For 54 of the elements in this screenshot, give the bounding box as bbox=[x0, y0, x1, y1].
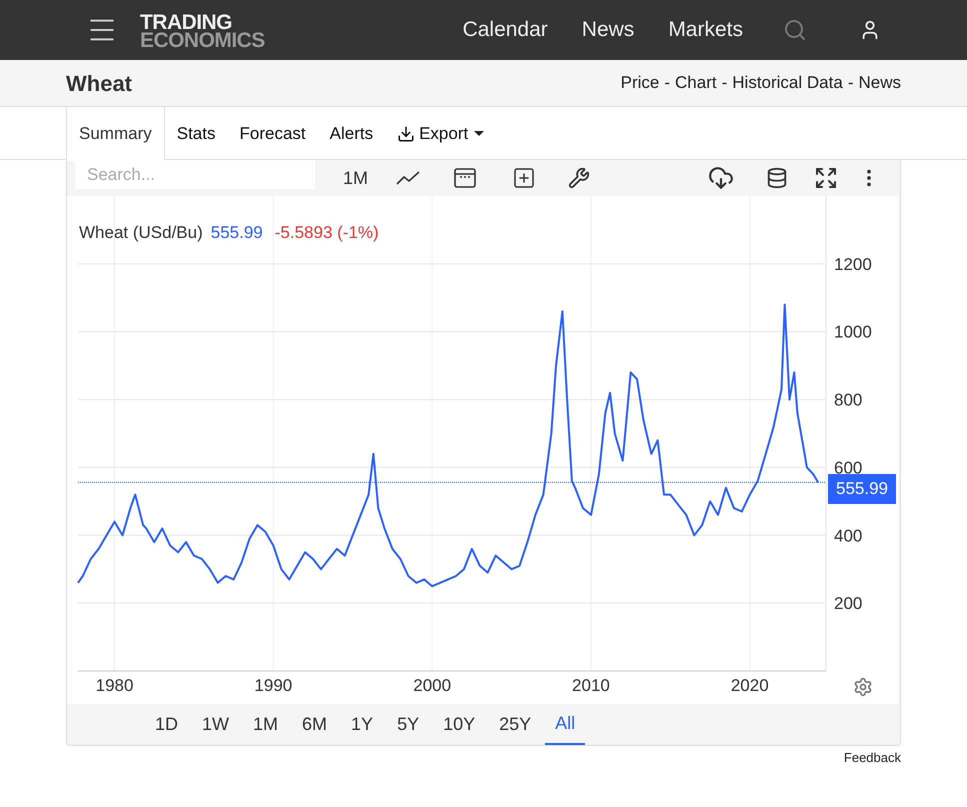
add-icon[interactable] bbox=[512, 166, 536, 190]
range-tab[interactable]: 1Y bbox=[341, 704, 384, 745]
page-title: Wheat bbox=[66, 70, 132, 98]
range-tab[interactable]: 6M bbox=[292, 704, 338, 745]
caret-icon bbox=[474, 131, 484, 136]
search-field[interactable]: Search... bbox=[75, 160, 315, 189]
range-tab[interactable]: 10Y bbox=[433, 704, 486, 745]
axis-label: 800 bbox=[834, 390, 862, 410]
tab[interactable]: Alerts bbox=[318, 107, 386, 160]
separator: - bbox=[722, 72, 728, 94]
axis-label: 2000 bbox=[413, 676, 452, 695]
separator: - bbox=[664, 72, 670, 94]
axis-label: 1980 bbox=[96, 676, 134, 695]
feedback-link[interactable]: Feedback bbox=[844, 748, 901, 768]
line-chart-icon[interactable] bbox=[396, 170, 420, 186]
axis-label: 2020 bbox=[730, 676, 769, 695]
page-link[interactable]: Chart bbox=[675, 70, 717, 96]
page-link[interactable]: Price bbox=[620, 70, 660, 96]
settings-icon[interactable] bbox=[853, 677, 873, 697]
nav-link[interactable]: Markets bbox=[668, 14, 743, 46]
range-tab[interactable]: 1D bbox=[145, 704, 188, 745]
download-icon bbox=[397, 124, 416, 142]
tab[interactable]: Stats bbox=[164, 107, 228, 160]
axis-label: 1990 bbox=[254, 676, 292, 695]
range-tab[interactable]: 1W bbox=[192, 704, 240, 745]
range-tab[interactable]: 25Y bbox=[489, 704, 542, 745]
nav-link[interactable]: News bbox=[582, 14, 634, 46]
page-link[interactable]: Historical Data bbox=[732, 70, 843, 96]
wrench-icon[interactable] bbox=[568, 167, 590, 189]
database-icon[interactable] bbox=[766, 167, 788, 189]
logo[interactable]: TRADING ECONOMICS bbox=[140, 14, 265, 50]
axis-label: 1000 bbox=[834, 322, 872, 342]
legend-name: Wheat (USd/Bu) bbox=[79, 222, 203, 244]
interval-button[interactable]: 1M bbox=[343, 164, 368, 192]
fullscreen-icon[interactable] bbox=[814, 166, 838, 190]
last-value-label: 555.99 bbox=[828, 474, 896, 504]
axis-label: 200 bbox=[834, 594, 862, 614]
axis-label: 1200 bbox=[834, 254, 872, 274]
legend-value: 555.99 bbox=[210, 222, 263, 244]
axis-label: 2010 bbox=[572, 676, 610, 695]
separator: - bbox=[848, 72, 854, 94]
tab[interactable]: Forecast bbox=[227, 107, 318, 160]
range-tab[interactable]: All bbox=[545, 704, 586, 745]
search-icon[interactable] bbox=[783, 18, 807, 42]
axis-label: 400 bbox=[834, 526, 862, 546]
nav-link[interactable]: Calendar bbox=[462, 14, 548, 46]
range-tab[interactable]: 1M bbox=[243, 704, 288, 745]
range-tab[interactable]: 5Y bbox=[387, 704, 430, 745]
legend-change: -5.5893 (-1%) bbox=[274, 222, 379, 244]
page-link[interactable]: News bbox=[858, 70, 901, 96]
cloud-download-icon[interactable] bbox=[708, 165, 734, 191]
calendar-icon[interactable] bbox=[454, 167, 476, 189]
tab[interactable]: Summary bbox=[66, 107, 165, 161]
export-menu[interactable]: Export bbox=[385, 107, 496, 160]
